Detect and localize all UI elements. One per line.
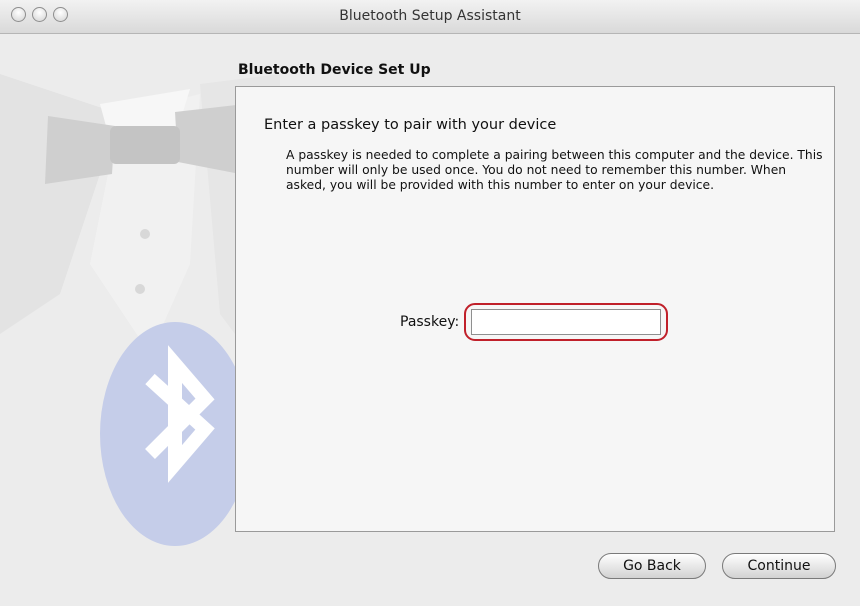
passkey-row: Passkey: (400, 303, 669, 341)
continue-button[interactable]: Continue (722, 553, 836, 579)
panel-heading: Enter a passkey to pair with your device (264, 117, 557, 133)
title-bar: Bluetooth Setup Assistant (0, 0, 860, 34)
passkey-input[interactable] (471, 309, 662, 335)
section-heading: Bluetooth Device Set Up (238, 62, 431, 78)
window-title: Bluetooth Setup Assistant (339, 8, 521, 24)
go-back-button[interactable]: Go Back (598, 553, 706, 579)
passkey-highlight (464, 303, 669, 341)
bluetooth-setup-window: Bluetooth Setup Assistant Bluetooth Devi… (0, 0, 860, 606)
panel-description: A passkey is needed to complete a pairin… (286, 148, 823, 192)
passkey-label: Passkey: (400, 314, 460, 330)
content-panel: Enter a passkey to pair with your device… (235, 86, 835, 532)
